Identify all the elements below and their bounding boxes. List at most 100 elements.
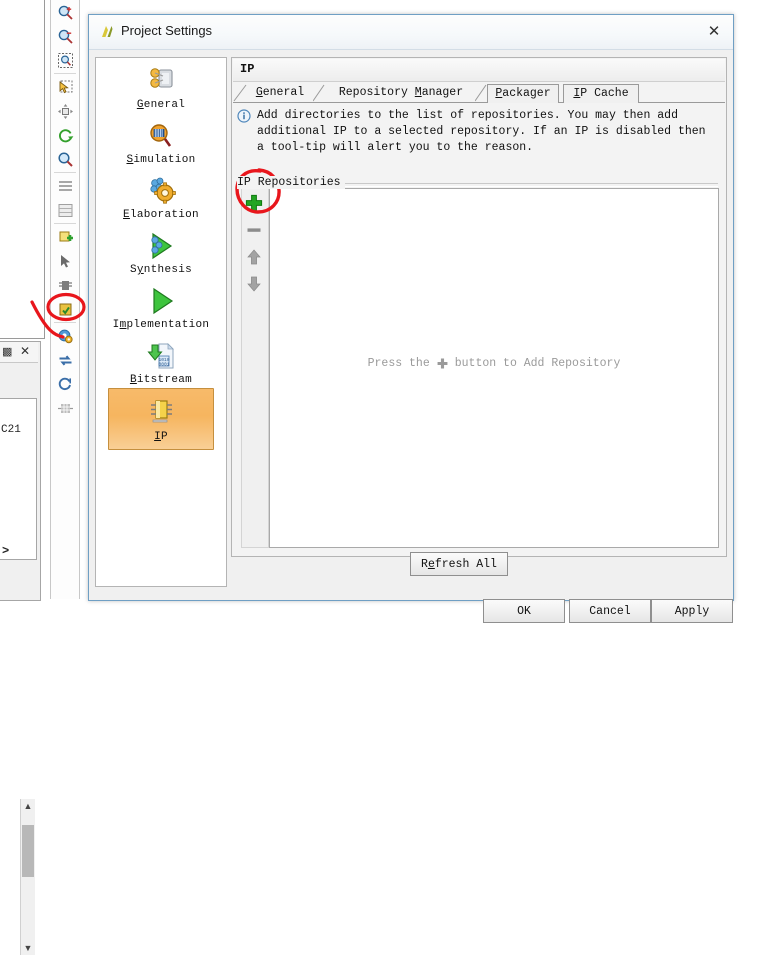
elaboration-icon (108, 175, 214, 207)
expand-all-icon[interactable] (51, 99, 79, 123)
apply-label: Apply (674, 604, 710, 618)
tab-label: IP Cache (573, 87, 629, 100)
search-icon[interactable] (51, 147, 79, 171)
background-arrow-fragment: > (2, 544, 10, 558)
move-up-button[interactable] (242, 244, 266, 270)
close-icon[interactable]: ✕ (703, 22, 725, 42)
empty-message-prefix: Press the (367, 357, 430, 370)
background-left-panel (0, 0, 45, 339)
apply-button[interactable]: Apply (651, 599, 733, 623)
add-repository-button[interactable] (242, 190, 266, 216)
tab-slant-right (313, 84, 325, 102)
reload-icon[interactable] (51, 372, 79, 396)
group-divider (332, 183, 718, 187)
select-area-icon[interactable] (51, 75, 79, 99)
remove-repository-button[interactable] (242, 217, 266, 243)
tab-label: Repository Manager (338, 86, 464, 99)
close-icon[interactable]: ✕ (18, 344, 32, 358)
tab-repository-manager[interactable]: Repository Manager (327, 84, 487, 102)
page-title: IP (240, 62, 255, 76)
sidebar-item-label: General (136, 99, 186, 111)
plus-icon (245, 194, 263, 212)
toolbar-separator (54, 172, 76, 173)
sidebar-item-label: Implementation (112, 319, 210, 331)
ok-button[interactable]: OK (483, 599, 565, 623)
move-down-button[interactable] (242, 271, 266, 297)
synthesis-icon (108, 230, 214, 262)
table-view-icon[interactable] (51, 198, 79, 222)
tab-packager[interactable]: Packager (487, 84, 559, 103)
chevron-up-icon[interactable]: ▲ (21, 799, 35, 813)
sidebar-item-label: Simulation (126, 154, 196, 166)
ok-label: OK (517, 604, 531, 618)
category-list: General Simulation Elaboration Synthesis (95, 57, 227, 587)
hierarchy-icon[interactable] (51, 273, 79, 297)
ip-icon (109, 397, 213, 429)
sidebar-item-label: Bitstream (129, 374, 193, 386)
sidebar-item-label: Elaboration (123, 209, 199, 221)
implementation-icon (108, 285, 214, 317)
bitstream-icon: 1010 0001 (108, 340, 214, 372)
sidebar-item-label: Synthesis (129, 264, 193, 276)
general-icon (108, 65, 214, 97)
tab-slant-left (233, 84, 247, 102)
tab-general[interactable]: General (233, 84, 325, 102)
zoom-in-icon[interactable] (51, 0, 79, 24)
sidebar-item-synthesis[interactable]: Synthesis (108, 223, 214, 278)
panel-icon: ▩ (2, 346, 13, 358)
scrollbar-thumb[interactable] (22, 825, 34, 877)
chevron-down-icon[interactable]: ▼ (21, 941, 35, 955)
sidebar-item-simulation[interactable]: Simulation (108, 113, 214, 168)
refresh-icon[interactable] (51, 123, 79, 147)
toolbar-separator (54, 322, 76, 323)
zoom-fit-icon[interactable] (51, 48, 79, 72)
grid-icon[interactable] (51, 396, 79, 420)
tab-label: General (255, 86, 305, 99)
repositories-group-label: IP Repositories (237, 176, 345, 189)
cancel-label: Cancel (589, 604, 631, 618)
content-header: IP (233, 59, 725, 82)
cancel-button[interactable]: Cancel (569, 599, 651, 623)
info-icon (237, 109, 251, 123)
list-view-icon[interactable] (51, 174, 79, 198)
settings-gear-icon[interactable] (51, 324, 79, 348)
swap-icon[interactable] (51, 348, 79, 372)
ide-vertical-toolbar (50, 0, 80, 599)
arrow-down-icon (247, 276, 261, 292)
empty-message-suffix: button to Add Repository (454, 357, 621, 370)
content-panel: IP General Repository Manager Packager I… (231, 57, 727, 576)
plus-icon (437, 358, 448, 369)
dialog-titlebar: Project Settings ✕ (89, 15, 733, 50)
refresh-all-button[interactable]: Refresh All (410, 552, 508, 576)
zoom-out-icon[interactable] (51, 24, 79, 48)
sidebar-item-ip[interactable]: IP (108, 388, 214, 450)
refresh-all-label: Refresh All (421, 557, 497, 571)
project-settings-dialog: Project Settings ✕ General Simulation El… (88, 14, 734, 623)
simulation-icon (108, 120, 214, 152)
repositories-listbox[interactable]: Press the button to Add Repository (269, 188, 719, 548)
background-code-fragment: C21 (1, 424, 21, 436)
sidebar-item-implementation[interactable]: Implementation (108, 278, 214, 333)
arrow-up-icon (247, 249, 261, 265)
dialog-title: Project Settings (121, 23, 213, 38)
tab-label: Packager (495, 87, 551, 100)
background-scrollbar[interactable]: ▲ ▼ (20, 799, 35, 955)
empty-state-message: Press the button to Add Repository (270, 357, 718, 370)
add-module-icon[interactable] (51, 225, 79, 249)
vivado-logo-icon (99, 24, 115, 40)
pointer-icon[interactable] (51, 249, 79, 273)
minus-icon (247, 228, 261, 232)
sidebar-item-label: IP (154, 431, 168, 443)
svg-text:0001: 0001 (158, 361, 169, 367)
tab-strip: General Repository Manager Packager IP C… (233, 82, 725, 103)
repositories-toolbar (241, 188, 269, 548)
tab-ip-cache[interactable]: IP Cache (563, 84, 639, 103)
sidebar-item-general[interactable]: General (108, 58, 214, 113)
sidebar-item-elaboration[interactable]: Elaboration (108, 168, 214, 223)
toolbar-separator (54, 73, 76, 74)
toolbar-separator (54, 223, 76, 224)
info-text: Add directories to the list of repositor… (257, 109, 706, 154)
sidebar-item-bitstream[interactable]: 1010 0001 Bitstream (108, 333, 214, 388)
highlight-icon[interactable] (51, 297, 79, 321)
background-inner-listbox: ▲ ▼ (0, 398, 37, 955)
